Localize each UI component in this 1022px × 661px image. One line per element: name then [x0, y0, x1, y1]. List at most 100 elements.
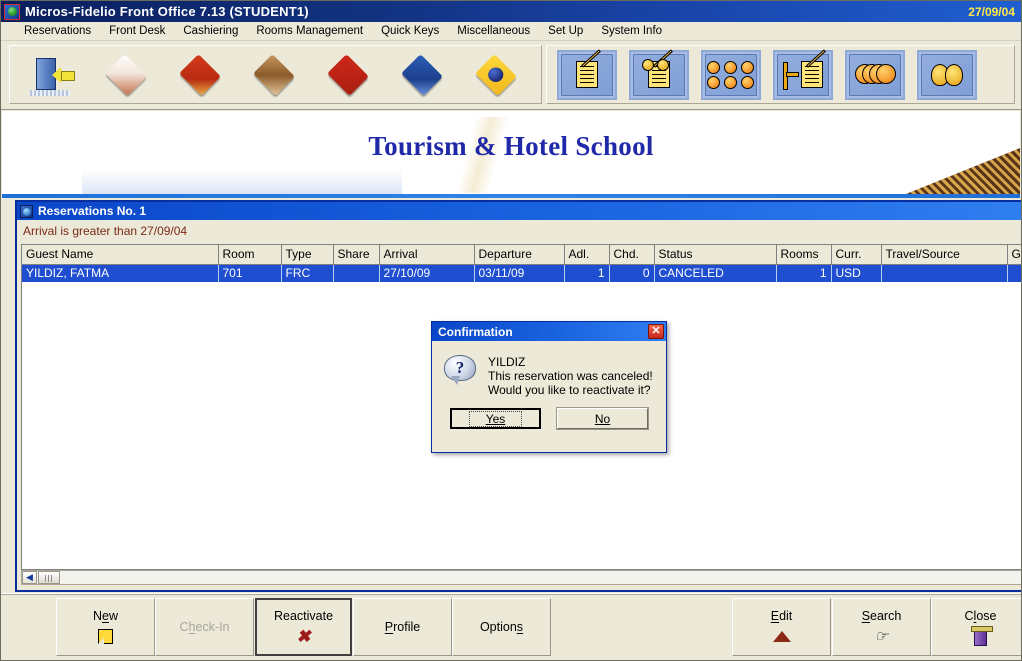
- column-header-group[interactable]: Group/C: [1007, 245, 1021, 265]
- column-header-room[interactable]: Room: [218, 245, 282, 265]
- edit-button-label: Edit: [770, 608, 793, 623]
- red-x-icon: ✖: [296, 626, 311, 646]
- events-icon[interactable]: [917, 49, 977, 100]
- search-button-label: Search: [861, 608, 902, 623]
- cell-share: [333, 264, 380, 282]
- toolbar-group-modules: [9, 45, 542, 104]
- edit-profile-icon[interactable]: [629, 49, 689, 100]
- action-button-bar: New Check-In Reactivate ✖ Profile Option…: [1, 593, 1021, 660]
- cell-status: CANCELED: [654, 264, 777, 282]
- close-button-label: Close: [964, 608, 997, 623]
- column-header-children[interactable]: Chd.: [609, 245, 655, 265]
- profile-button-label: Profile: [384, 620, 421, 634]
- cell-adults: 1: [564, 264, 610, 282]
- rooms-management-icon[interactable]: [320, 50, 378, 100]
- sphere-shape: [488, 67, 504, 82]
- new-reservation-icon[interactable]: [557, 49, 617, 100]
- window-icon: [20, 204, 33, 218]
- column-header-guest-name[interactable]: Guest Name: [22, 245, 219, 265]
- exit-icon[interactable]: [24, 50, 82, 100]
- front-desk-icon[interactable]: [172, 50, 230, 100]
- reactivate-button[interactable]: Reactivate ✖: [255, 598, 352, 656]
- scroll-left-arrow-icon[interactable]: ◀: [22, 571, 37, 584]
- profile-button[interactable]: Profile: [353, 598, 452, 656]
- column-header-status[interactable]: Status: [654, 245, 777, 265]
- exit-door-icon: [971, 625, 993, 646]
- icon-frame: [921, 53, 973, 96]
- cell-arrival: 27/10/09: [379, 264, 475, 282]
- options-button[interactable]: Options: [452, 598, 551, 656]
- column-header-travel-source[interactable]: Travel/Source: [881, 245, 1008, 265]
- column-header-departure[interactable]: Departure: [474, 245, 565, 265]
- menu-item-miscellaneous[interactable]: Miscellaneous: [448, 24, 539, 38]
- quick-keys-icon[interactable]: [394, 50, 452, 100]
- column-header-arrival[interactable]: Arrival: [379, 245, 475, 265]
- menu-item-set-up[interactable]: Set Up: [539, 24, 592, 38]
- search-button[interactable]: Search ☞: [832, 598, 931, 656]
- arrow-shape: [52, 66, 75, 83]
- document-shape: [576, 49, 601, 88]
- menu-item-quick-keys[interactable]: Quick Keys: [372, 24, 448, 38]
- check-in-button[interactable]: Check-In: [155, 598, 254, 656]
- toolbar: [1, 41, 1021, 110]
- cell-rooms: 1: [776, 264, 832, 282]
- menu-bar: Reservations Front Desk Cashiering Rooms…: [1, 22, 1021, 41]
- icon-frame: [777, 49, 829, 96]
- diamond-shape: [105, 53, 147, 96]
- document-shape: [801, 49, 826, 88]
- new-button-label: New: [92, 608, 118, 623]
- close-icon[interactable]: ✕: [648, 324, 664, 339]
- dialog-title: Confirmation: [438, 324, 513, 339]
- edit-button[interactable]: Edit: [732, 598, 831, 656]
- new-button[interactable]: New: [56, 598, 155, 656]
- divider: [1, 594, 1021, 595]
- dialog-line-2: This reservation was canceled!: [488, 369, 653, 383]
- dialog-line-1: YILDIZ: [488, 355, 526, 369]
- column-header-currency[interactable]: Curr.: [831, 245, 882, 265]
- question-bubble-icon: ?: [444, 355, 476, 385]
- menu-item-system-info[interactable]: System Info: [592, 24, 671, 38]
- diamond-shape: [179, 53, 221, 96]
- miscellaneous-icon[interactable]: [468, 50, 526, 100]
- dialog-button-row: Yes No: [432, 407, 666, 430]
- floor-shape: [30, 89, 70, 96]
- reactivate-button-label: Reactivate: [273, 608, 334, 623]
- menu-item-reservations[interactable]: Reservations: [15, 24, 100, 38]
- dialog-message: YILDIZ This reservation was canceled! Wo…: [488, 355, 653, 397]
- column-header-share[interactable]: Share: [333, 245, 380, 265]
- filter-description: Arrival is greater than 27/09/04: [17, 220, 1021, 242]
- sunrise-icon: [772, 628, 791, 646]
- cell-room: 701: [218, 264, 282, 282]
- cell-departure: 03/11/09: [474, 264, 565, 282]
- table-row[interactable]: YILDIZ, FATMA 701 FRC 27/10/09 03/11/09 …: [22, 264, 1021, 282]
- room-plan-icon[interactable]: [773, 49, 833, 100]
- column-header-type[interactable]: Type: [281, 245, 334, 265]
- close-button[interactable]: Close: [931, 598, 1021, 656]
- reservations-icon[interactable]: [98, 50, 156, 100]
- globe-icon: [4, 3, 20, 20]
- icon-frame: [849, 53, 901, 96]
- reservations-title-bar: Reservations No. 1: [17, 202, 1021, 220]
- mask-shape: [945, 63, 963, 86]
- dialog-line-3: Would you like to reactivate it?: [488, 383, 651, 397]
- scrollbar-thumb[interactable]: [38, 571, 60, 584]
- menu-item-rooms-management[interactable]: Rooms Management: [247, 24, 372, 38]
- menu-item-cashiering[interactable]: Cashiering: [174, 24, 247, 38]
- banner: Tourism & Hotel School: [2, 111, 1020, 196]
- no-button[interactable]: No: [556, 407, 649, 430]
- cell-children: 0: [609, 264, 655, 282]
- application-window: Micros-Fidelio Front Office 7.13 (STUDEN…: [0, 0, 1022, 661]
- billing-icon[interactable]: [701, 49, 761, 100]
- cell-travel-source: [881, 264, 1008, 282]
- cashier-icon[interactable]: [845, 49, 905, 100]
- menu-item-front-desk[interactable]: Front Desk: [100, 24, 174, 38]
- cashiering-icon[interactable]: [246, 50, 304, 100]
- column-header-rooms[interactable]: Rooms: [776, 245, 832, 265]
- confirmation-dialog: Confirmation ✕ ? YILDIZ This reservation…: [431, 321, 667, 453]
- diamond-shape: [327, 53, 369, 96]
- column-header-adults[interactable]: Adl.: [564, 245, 610, 265]
- horizontal-scrollbar[interactable]: ◀: [21, 570, 1021, 585]
- h-shape: [783, 61, 799, 90]
- yes-button[interactable]: Yes: [450, 408, 541, 429]
- coins-shape: [706, 60, 756, 89]
